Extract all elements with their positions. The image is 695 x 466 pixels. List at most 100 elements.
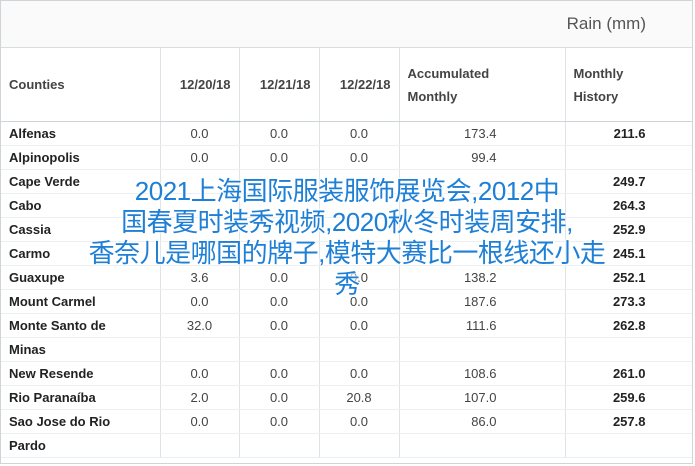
table-row: Rio Paranaíba 2.0 0.0 20.8 107.0 259.6 (1, 385, 692, 410)
rain-history: 211.6 (565, 121, 692, 146)
rain-d3 (319, 433, 400, 458)
rain-accumulated (399, 241, 566, 266)
rain-table-panel: Rain (mm) Counties 12/20/18 12/21/18 12/… (0, 0, 693, 464)
rain-d3 (319, 337, 400, 362)
county-name: Alfenas (1, 121, 161, 146)
table-row: Guaxupe 3.6 0.0 0.0 138.2 252.1 (1, 265, 692, 290)
table-row: Mount Carmel 0.0 0.0 0.0 187.6 273.3 (1, 289, 692, 314)
rain-history: 262.8 (565, 313, 692, 338)
rain-d3: 0.0 (319, 313, 400, 338)
rain-accumulated (399, 169, 566, 194)
rain-table: Counties 12/20/18 12/21/18 12/22/18 Accu… (1, 48, 692, 458)
rain-d1 (160, 169, 240, 194)
county-name: Guaxupe (1, 265, 161, 290)
rain-d1 (160, 337, 240, 362)
rain-d2 (239, 433, 320, 458)
county-name: Cassia (1, 217, 161, 242)
rain-history: 245.1 (565, 241, 692, 266)
rain-d1: 0.0 (160, 145, 240, 170)
rain-d3 (319, 169, 400, 194)
table-row: Alfenas 0.0 0.0 0.0 173.4 211.6 (1, 121, 692, 146)
rain-accumulated: 107.0 (399, 385, 566, 410)
rain-d1 (160, 433, 240, 458)
rain-accumulated (399, 217, 566, 242)
rain-accumulated: 173.4 (399, 121, 566, 146)
rain-d1: 0.0 (160, 289, 240, 314)
rain-d2 (239, 217, 320, 242)
rain-accumulated: 111.6 (399, 313, 566, 338)
rain-history: 252.1 (565, 265, 692, 290)
rain-d1: 0.0 (160, 361, 240, 386)
county-name: New Resende (1, 361, 161, 386)
rain-history (565, 145, 692, 170)
rain-accumulated (399, 193, 566, 218)
rain-accumulated: 99.4 (399, 145, 566, 170)
rain-history: 257.8 (565, 409, 692, 434)
rain-d2: 0.0 (239, 313, 320, 338)
rain-d2: 0.0 (239, 289, 320, 314)
rain-d2 (239, 169, 320, 194)
rain-accumulated: 187.6 (399, 289, 566, 314)
rain-history: 273.3 (565, 289, 692, 314)
col-header-counties: Counties (1, 48, 161, 122)
col-header-accumulated-l1: Accumulated (407, 65, 490, 81)
rain-accumulated: 138.2 (399, 265, 566, 290)
rain-d3 (319, 217, 400, 242)
rain-history: 264.3 (565, 193, 692, 218)
county-name: Mount Carmel (1, 289, 161, 314)
rain-history: 252.9 (565, 217, 692, 242)
rain-d1: 0.0 (160, 409, 240, 434)
rain-d1: 3.6 (160, 265, 240, 290)
rain-accumulated: 86.0 (399, 409, 566, 434)
rain-accumulated (399, 433, 566, 458)
col-header-date-2: 12/21/18 (239, 48, 320, 122)
rain-d2: 0.0 (239, 145, 320, 170)
col-header-accumulated: Accumulated Monthly (399, 48, 566, 122)
rain-accumulated (399, 337, 566, 362)
county-name: Pardo (1, 433, 161, 458)
rain-d2: 0.0 (239, 361, 320, 386)
rain-history: 249.7 (565, 169, 692, 194)
col-header-history: Monthly History (565, 48, 692, 122)
rain-d3: 0.0 (319, 409, 400, 434)
table-row: New Resende 0.0 0.0 0.0 108.6 261.0 (1, 361, 692, 386)
rain-d3: 0.0 (319, 361, 400, 386)
rain-d2: 0.0 (239, 265, 320, 290)
col-header-date-3: 12/22/18 (319, 48, 400, 122)
table-caption-row: Rain (mm) (1, 1, 692, 48)
rain-d2: 0.0 (239, 385, 320, 410)
table-row: Minas (1, 337, 692, 362)
rain-d2: 0.0 (239, 121, 320, 146)
county-name: Carmo (1, 241, 161, 266)
col-header-date-1: 12/20/18 (160, 48, 240, 122)
table-row: Monte Santo de 32.0 0.0 0.0 111.6 262.8 (1, 313, 692, 338)
table-row: Sao Jose do Rio 0.0 0.0 0.0 86.0 257.8 (1, 409, 692, 434)
table-caption: Rain (mm) (566, 14, 646, 33)
county-name: Rio Paranaíba (1, 385, 161, 410)
rain-d3: 0.0 (319, 289, 400, 314)
rain-d2: 0.0 (239, 409, 320, 434)
rain-accumulated: 108.6 (399, 361, 566, 386)
rain-d2 (239, 337, 320, 362)
rain-d3: 0.0 (319, 265, 400, 290)
col-header-accumulated-l2: Monthly (407, 88, 458, 104)
rain-history: 259.6 (565, 385, 692, 410)
rain-d3 (319, 241, 400, 266)
rain-d1 (160, 217, 240, 242)
table-row: Carmo 245.1 (1, 241, 692, 266)
col-header-history-l1: Monthly (573, 65, 624, 81)
rain-d3: 20.8 (319, 385, 400, 410)
rain-d1: 32.0 (160, 313, 240, 338)
county-name: Sao Jose do Rio (1, 409, 161, 434)
table-row: Cabo 264.3 (1, 193, 692, 218)
county-name: Minas (1, 337, 161, 362)
table-row: Cassia 252.9 (1, 217, 692, 242)
rain-d1 (160, 241, 240, 266)
table-row: Pardo (1, 433, 692, 458)
rain-d1: 2.0 (160, 385, 240, 410)
rain-d3: 0.0 (319, 145, 400, 170)
rain-d2 (239, 193, 320, 218)
rain-d3 (319, 193, 400, 218)
rain-d1 (160, 193, 240, 218)
rain-d2 (239, 241, 320, 266)
